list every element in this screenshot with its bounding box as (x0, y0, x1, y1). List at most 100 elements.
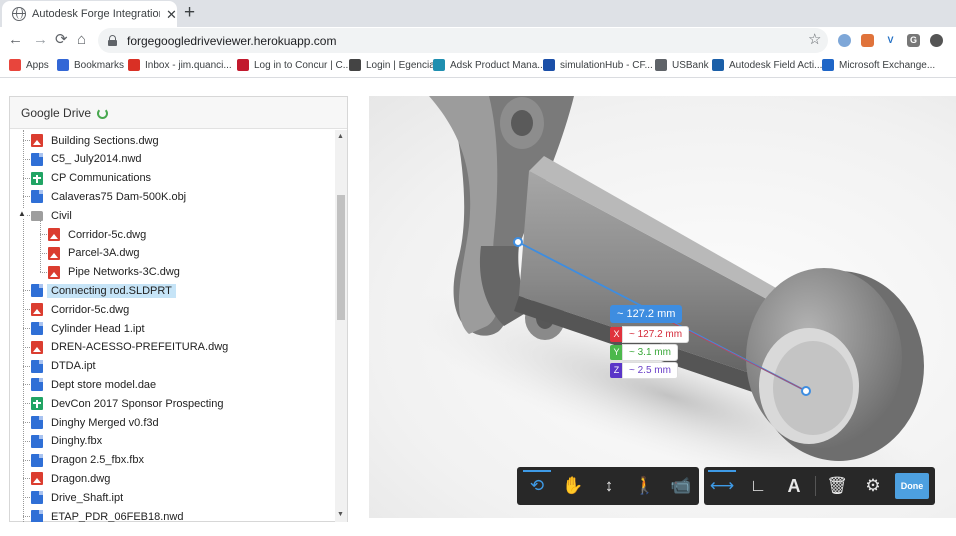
tree-file[interactable]: Dinghy.fbx (31, 432, 106, 451)
extension-circle-icon[interactable] (838, 34, 851, 47)
measure-settings-tool[interactable]: ⚙ (855, 467, 891, 505)
tree-folder[interactable]: Civil (31, 206, 76, 225)
tree-item-label: Corridor-5c.dwg (68, 228, 147, 241)
extension-dot-icon[interactable] (930, 34, 943, 47)
forge-viewer[interactable]: ~ 127.2 mm X ~ 127.2 mm Y ~ 3.1 mm Z ~ 2.5 mm (369, 96, 956, 518)
tree-file[interactable]: Dragon 2.5_fbx.fbx (31, 451, 148, 470)
measure-area-tool[interactable]: A (776, 467, 812, 505)
scrollbar-thumb[interactable] (337, 195, 345, 320)
browser-toolbar: ← → ⟳ ⌂ forgegoogledriveviewer.herokuapp… (0, 27, 956, 54)
egencia-icon (349, 59, 361, 71)
first-person-tool[interactable]: 🚶 (627, 467, 663, 505)
ruler-distance-icon: ⟷ (709, 476, 735, 495)
extension-v-icon[interactable]: V (884, 34, 897, 47)
back-button[interactable]: ← (8, 31, 23, 49)
tree-connector (40, 252, 47, 254)
delete-measurement-tool[interactable]: 🗑 (819, 467, 855, 505)
document-file-icon (31, 434, 43, 448)
tree-file[interactable]: Corridor-5c.dwg (31, 300, 133, 319)
angle-icon: ∟ (749, 476, 767, 495)
pan-tool[interactable]: ✋ (555, 467, 591, 505)
bookmark-login-egencia[interactable]: Login | Egencia (349, 59, 435, 71)
hand-icon: ✋ (562, 476, 584, 495)
bookmark-adsk-product-mana[interactable]: Adsk Product Mana... (433, 59, 546, 71)
new-tab-button[interactable]: + (184, 3, 195, 23)
tree-item-label: C5_ July2014.nwd (51, 153, 142, 166)
tree-file[interactable]: Connecting rod.SLDPRT (31, 281, 176, 300)
document-file-icon (31, 378, 43, 392)
bookmark-label: Log in to Concur | C... (254, 59, 352, 71)
bookmark-usbank[interactable]: USBank (655, 59, 709, 71)
tree-file[interactable]: DREN-ACESSO-PREFEITURA.dwg (31, 338, 232, 357)
bookmark-microsoft-exchange[interactable]: Microsoft Exchange... (822, 59, 935, 71)
extension-fox-icon[interactable] (861, 34, 874, 47)
measure-distance-tool[interactable]: ⟷ (704, 467, 740, 505)
measure-angle-tool[interactable]: ∟ (740, 467, 776, 505)
zoom-tool[interactable]: ↕ (591, 467, 627, 505)
measure-toolbar: ⟷ ∟ A 🗑 ⚙ Done (704, 467, 935, 505)
bookmark-log-in-to-concur-c[interactable]: Log in to Concur | C... (237, 59, 351, 71)
reload-button[interactable]: ⟳ (55, 31, 68, 49)
tree-file[interactable]: Pipe Networks-3C.dwg (48, 263, 184, 282)
tab-title: Autodesk Forge Integration with (32, 8, 160, 20)
tree-file[interactable]: Cylinder Head 1.ipt (31, 319, 149, 338)
orbit-icon: ⟲ (529, 476, 545, 495)
bookmark-autodesk-field-acti[interactable]: Autodesk Field Acti... (712, 59, 822, 71)
tree-item-label: Connecting rod.SLDPRT (47, 283, 176, 298)
tree-item-label: Dinghy.fbx (51, 435, 103, 448)
tree-file[interactable]: Dept store model.dae (31, 375, 160, 394)
globe-icon (655, 59, 667, 71)
tree-connector (23, 384, 30, 386)
bookmark-apps[interactable]: Apps (9, 59, 49, 71)
tree-file[interactable]: CP Communications (31, 169, 155, 188)
bookmark-label: Login | Egencia (366, 59, 435, 71)
bookmark-star-icon[interactable]: ☆ (808, 32, 821, 48)
tree-file[interactable]: ETAP_PDR_06FEB18.nwd (31, 507, 187, 522)
scroll-up-arrow-icon[interactable]: ▲ (337, 133, 344, 141)
measure-endpoint-end[interactable] (801, 386, 811, 396)
tree-connector (40, 234, 47, 235)
close-icon[interactable]: ✕ (166, 8, 177, 21)
browser-tab[interactable]: Autodesk Forge Integration with ✕ (2, 1, 177, 27)
tree-item-label: Dragon 2.5_fbx.fbx (51, 454, 144, 467)
collapse-toggle-icon[interactable]: ▲ (18, 209, 26, 220)
tree-file[interactable]: Dinghy Merged v0.f3d (31, 413, 163, 432)
bookmark-label: Apps (26, 59, 49, 71)
tree-file[interactable]: Corridor-5c.dwg (48, 225, 150, 244)
tree-connector (23, 365, 30, 367)
orbit-tool[interactable]: ⟲ (519, 467, 555, 505)
tree-file[interactable]: DevCon 2017 Sponsor Prospecting (31, 394, 227, 413)
tree-file[interactable]: C5_ July2014.nwd (31, 150, 146, 169)
field-icon (712, 59, 724, 71)
address-bar[interactable]: forgegoogledriveviewer.herokuapp.com (98, 28, 828, 53)
extension-g-icon[interactable]: G (907, 34, 920, 47)
camera-tool[interactable]: 📹 (663, 467, 699, 505)
bookmark-label: USBank (672, 59, 709, 71)
tab-strip: Autodesk Forge Integration with ✕ + (0, 0, 956, 27)
tree-file[interactable]: Dragon.dwg (31, 469, 114, 488)
image-file-icon (48, 228, 60, 241)
tree-item-label: Dragon.dwg (51, 472, 111, 485)
tree-file[interactable]: Drive_Shaft.ipt (31, 488, 127, 507)
document-file-icon (31, 359, 43, 373)
refresh-icon[interactable] (97, 108, 109, 119)
image-file-icon (31, 134, 43, 147)
home-button[interactable]: ⌂ (77, 31, 86, 49)
tree-connector (23, 516, 30, 517)
scrollbar[interactable]: ▲ ▼ (335, 130, 347, 522)
measure-endpoint-start[interactable] (513, 237, 523, 247)
tree-connector (23, 478, 30, 480)
tree-file[interactable]: Calaveras75 Dam-500K.obj (31, 187, 190, 206)
tree-file[interactable]: Building Sections.dwg (31, 131, 163, 150)
bookmark-inbox-jim-quanci[interactable]: Inbox - jim.quanci... (128, 59, 232, 71)
scroll-down-arrow-icon[interactable]: ▼ (337, 511, 344, 519)
bookmark-bookmarks[interactable]: Bookmarks (57, 59, 124, 71)
tree-file[interactable]: Parcel-3A.dwg (48, 244, 144, 263)
forward-button[interactable]: → (33, 31, 48, 49)
done-button[interactable]: Done (895, 473, 929, 499)
exchange-icon (822, 59, 834, 71)
bookmark-simulationhub-cf[interactable]: simulationHub - CF... (543, 59, 653, 71)
tree-file[interactable]: DTDA.ipt (31, 357, 100, 376)
tree-item-label: DREN-ACESSO-PREFEITURA.dwg (51, 341, 229, 354)
tree-connector (23, 158, 30, 160)
